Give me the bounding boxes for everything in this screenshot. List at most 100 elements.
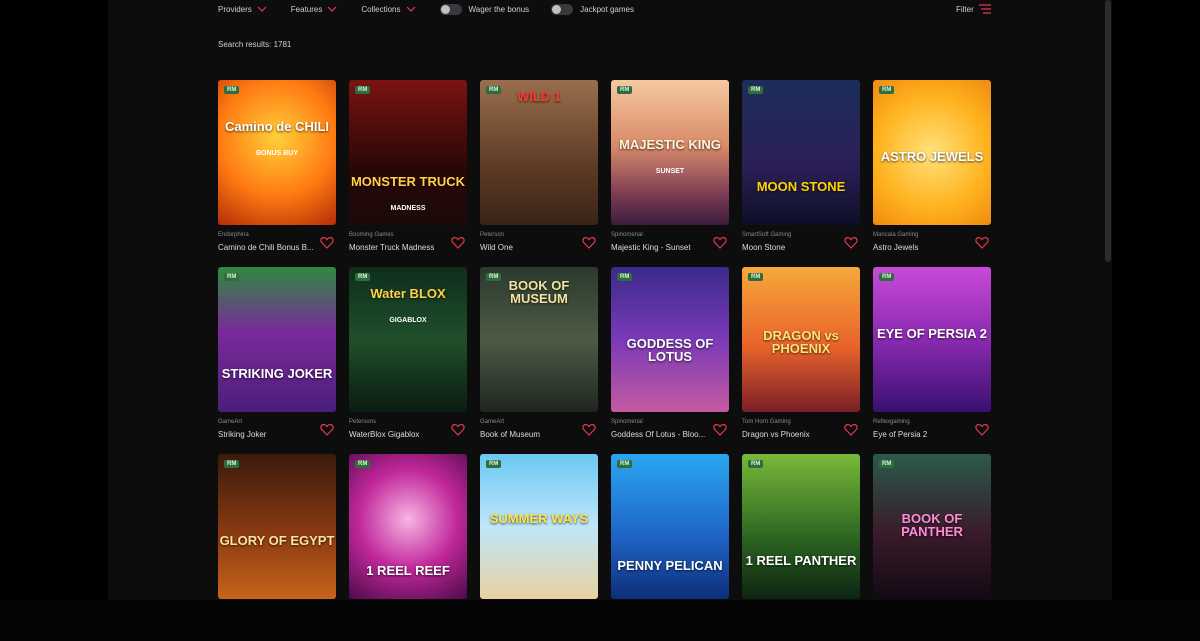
game-card[interactable]: RM Camino de CHILI BONUS BUY Endorphina Cami… — [218, 80, 336, 267]
game-card[interactable]: RM GODDESS OF LOTUS Spinomenal Goddess Of L… — [611, 267, 729, 454]
rm-badge: RM — [748, 86, 764, 94]
game-card[interactable]: RM BOOK OF MUSEUM GameArt Book of Museum — [480, 267, 598, 454]
game-card[interactable]: RM EYE OF PERSIA 2 Reflexgaming Eye of Pers… — [873, 267, 991, 454]
game-logo-art: BOOK OF PANTHER — [901, 511, 963, 539]
game-thumbnail[interactable]: RM ASTRO JEWELS — [873, 80, 991, 225]
game-card[interactable]: RM MONSTER TRUCK MADNESS Booming Games Monst… — [349, 80, 467, 267]
rm-badge: RM — [355, 86, 371, 94]
providers-dropdown[interactable]: Providers — [218, 5, 267, 14]
rm-badge: RM — [748, 460, 764, 468]
game-thumbnail[interactable]: RM BOOK OF MUSEUM — [480, 267, 598, 412]
game-card[interactable]: RM SUMMER WAYS — [480, 454, 598, 641]
game-card[interactable]: RM MAJESTIC KING SUNSET Spinomenal Majestic … — [611, 80, 729, 267]
game-thumbnail[interactable]: RM BOOK OF PANTHER — [873, 454, 991, 599]
chevron-down-icon — [406, 6, 415, 12]
heart-outline-icon[interactable] — [320, 236, 334, 249]
game-logo-art: Water BLOX — [370, 286, 446, 301]
toggle-switch[interactable] — [439, 3, 462, 15]
game-thumbnail[interactable]: RM SUMMER WAYS — [480, 454, 598, 599]
game-provider: Endorphina — [218, 232, 249, 238]
game-thumbnail[interactable]: RM Camino de CHILI BONUS BUY — [218, 80, 336, 225]
rm-badge: RM — [879, 460, 895, 468]
game-thumbnail[interactable]: RM GODDESS OF LOTUS — [611, 267, 729, 412]
game-title[interactable]: Majestic King - Sunset — [611, 243, 711, 252]
game-logo-art: MOON STONE — [756, 179, 846, 194]
game-logo-art: DRAGON vs PHOENIX — [763, 328, 839, 356]
rm-badge: RM — [879, 273, 895, 281]
game-title[interactable]: Monster Truck Madness — [349, 243, 449, 252]
heart-outline-icon[interactable] — [844, 423, 858, 436]
game-thumbnail[interactable]: RM GLORY OF EGYPT — [218, 454, 336, 599]
features-dropdown[interactable]: Features — [291, 5, 338, 14]
filter-button[interactable]: Filter — [956, 0, 991, 18]
heart-outline-icon[interactable] — [451, 236, 465, 249]
toggle-knob — [440, 4, 450, 14]
game-card[interactable]: RM PENNY PELICAN — [611, 454, 729, 641]
heart-outline-icon[interactable] — [582, 423, 596, 436]
game-logo-art: PENNY PELICAN — [617, 558, 723, 573]
game-thumbnail[interactable]: RM MONSTER TRUCK MADNESS — [349, 80, 467, 225]
rm-badge: RM — [224, 86, 240, 94]
game-title[interactable]: Camino de Chili Bonus B... — [218, 243, 318, 252]
chevron-down-icon — [327, 6, 337, 12]
game-thumbnail[interactable]: RM EYE OF PERSIA 2 — [873, 267, 991, 412]
game-title[interactable]: Moon Stone — [742, 243, 842, 252]
game-logo-subtitle: SUNSET — [655, 168, 685, 175]
game-logo-art: MAJESTIC KING — [619, 137, 721, 152]
game-thumbnail[interactable]: RM MAJESTIC KING SUNSET — [611, 80, 729, 225]
game-thumbnail[interactable]: RM 1 REEL REEF — [349, 454, 467, 599]
game-thumbnail[interactable]: RM 1 REEL PANTHER — [742, 454, 860, 599]
game-title[interactable]: Wild One — [480, 243, 580, 252]
game-card[interactable]: RM WILD 1 Peterson Wild One — [480, 80, 598, 267]
game-title[interactable]: WaterBlox Gigablox — [349, 430, 449, 439]
game-card[interactable]: RM 1 REEL REEF — [349, 454, 467, 641]
game-card[interactable]: RM STRIKING JOKER GameArt Striking Joker — [218, 267, 336, 454]
game-thumbnail[interactable]: RM WILD 1 — [480, 80, 598, 225]
game-logo-subtitle: MADNESS — [390, 205, 426, 212]
collections-label: Collections — [361, 4, 401, 14]
rm-badge: RM — [617, 86, 633, 94]
rm-badge: RM — [748, 273, 764, 281]
game-card[interactable]: RM MOON STONE SmartSoft Gaming Moon Stone — [742, 80, 860, 267]
game-provider: Booming Games — [349, 232, 394, 238]
game-card[interactable]: RM DRAGON vs PHOENIX Tom Horn Gaming Dragon… — [742, 267, 860, 454]
heart-outline-icon[interactable] — [582, 236, 596, 249]
rm-badge: RM — [486, 460, 502, 468]
wager-bonus-toggle[interactable]: Wager the bonus — [439, 3, 529, 15]
game-title[interactable]: Goddess Of Lotus - Bloo... — [611, 430, 711, 439]
heart-outline-icon[interactable] — [320, 423, 334, 436]
games-grid: RM Camino de CHILI BONUS BUY Endorphina Cami… — [218, 80, 991, 641]
game-title[interactable]: Eye of Persia 2 — [873, 430, 973, 439]
heart-outline-icon[interactable] — [975, 236, 989, 249]
game-provider: Petersons — [349, 419, 377, 425]
heart-outline-icon[interactable] — [713, 423, 727, 436]
game-logo-art: 1 REEL REEF — [366, 563, 450, 578]
game-thumbnail[interactable]: RM Water BLOX GIGABLOX — [349, 267, 467, 412]
game-title[interactable]: Dragon vs Phoenix — [742, 430, 842, 439]
scrollbar[interactable] — [1105, 0, 1111, 262]
game-card[interactable]: RM ASTRO JEWELS Mancala Gaming Astro Jewels — [873, 80, 991, 267]
game-card[interactable]: RM GLORY OF EGYPT — [218, 454, 336, 641]
toggle-switch[interactable] — [551, 3, 574, 15]
game-thumbnail[interactable]: RM MOON STONE — [742, 80, 860, 225]
game-provider: Peterson — [480, 232, 505, 238]
jackpot-games-toggle[interactable]: Jackpot games — [551, 3, 634, 15]
game-card[interactable]: RM Water BLOX GIGABLOX Petersons WaterBlox G… — [349, 267, 467, 454]
filter-lines-icon — [978, 4, 991, 14]
game-card[interactable]: RM BOOK OF PANTHER — [873, 454, 991, 641]
heart-outline-icon[interactable] — [451, 423, 465, 436]
heart-outline-icon[interactable] — [975, 423, 989, 436]
game-thumbnail[interactable]: RM STRIKING JOKER — [218, 267, 336, 412]
filter-bar: Providers Features Collections Wager the… — [218, 0, 656, 18]
game-thumbnail[interactable]: RM PENNY PELICAN — [611, 454, 729, 599]
rm-badge: RM — [224, 460, 240, 468]
game-thumbnail[interactable]: RM DRAGON vs PHOENIX — [742, 267, 860, 412]
game-title[interactable]: Astro Jewels — [873, 243, 973, 252]
game-provider: SmartSoft Gaming — [742, 232, 792, 238]
game-title[interactable]: Striking Joker — [218, 430, 318, 439]
game-title[interactable]: Book of Museum — [480, 430, 580, 439]
heart-outline-icon[interactable] — [844, 236, 858, 249]
heart-outline-icon[interactable] — [713, 236, 727, 249]
collections-dropdown[interactable]: Collections — [361, 5, 415, 14]
game-card[interactable]: RM 1 REEL PANTHER — [742, 454, 860, 641]
